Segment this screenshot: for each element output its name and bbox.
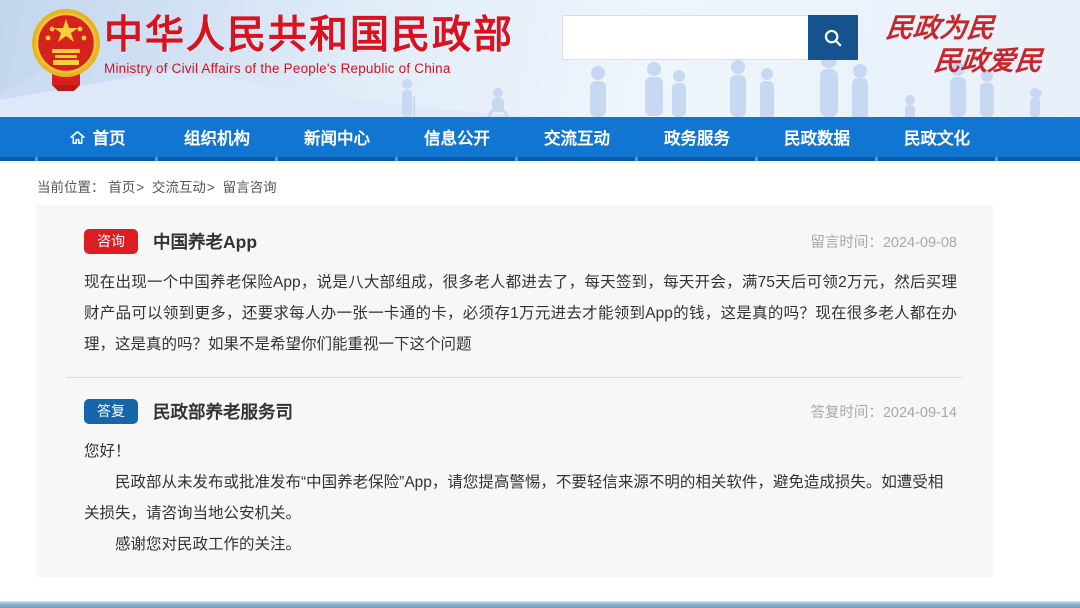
site-title: 中华人民共和国民政部 <box>104 14 514 58</box>
divider <box>66 377 963 378</box>
header-slogan: 民政为民 民政爱民 <box>886 14 1042 77</box>
slogan-line-2: 民政爱民 <box>884 47 1043 77</box>
reply-time-label: 答复时间： <box>810 405 883 421</box>
nav-items: 首页 组织机构 新闻中心 信息公开 交流互动 政务服务 民政数据 民政文化 <box>0 117 1080 157</box>
question-time-value: 2024-09-08 <box>883 235 957 251</box>
breadcrumb: 当前位置： 首页> 交流互动> 留言咨询 <box>37 176 1080 196</box>
nav-item-label: 首页 <box>93 125 126 149</box>
nav-item-services[interactable]: 政务服务 <box>637 117 757 157</box>
nav-item-label: 交流互动 <box>544 125 610 149</box>
reply-greeting: 您好！ <box>84 436 957 467</box>
main-nav: 首页 组织机构 新闻中心 信息公开 交流互动 政务服务 民政数据 民政文化 <box>0 117 1080 161</box>
search-box <box>562 15 858 60</box>
nav-item-news[interactable]: 新闻中心 <box>277 117 397 157</box>
nav-item-label: 民政数据 <box>784 125 850 149</box>
reply-text: 民政部从未发布或批准发布“中国养老保险”App，请您提高警惕，不要轻信来源不明的… <box>84 467 957 529</box>
nav-item-organization[interactable]: 组织机构 <box>157 117 277 157</box>
site-brand: 中华人民共和国民政部 Ministry of Civil Affairs of … <box>104 14 514 76</box>
nav-item-label: 民政文化 <box>904 125 970 149</box>
breadcrumb-interaction[interactable]: 交流互动 <box>152 180 206 195</box>
nav-item-culture[interactable]: 民政文化 <box>877 117 997 157</box>
breadcrumb-message-consult[interactable]: 留言咨询 <box>223 180 277 195</box>
question-badge: 咨询 <box>84 229 138 254</box>
reply-title: 民政部养老服务司 <box>153 399 293 424</box>
breadcrumb-home[interactable]: 首页 <box>108 180 135 195</box>
question-time-label: 留言时间： <box>810 235 883 251</box>
search-button[interactable] <box>808 15 858 60</box>
nav-item-home[interactable]: 首页 <box>37 117 157 157</box>
national-emblem-icon <box>28 7 104 93</box>
nav-item-data[interactable]: 民政数据 <box>757 117 877 157</box>
question-title: 中国养老App <box>153 229 257 254</box>
breadcrumb-separator: > <box>207 180 215 195</box>
nav-item-interaction[interactable]: 交流互动 <box>517 117 637 157</box>
footer-divider <box>0 601 1080 608</box>
question-time: 留言时间：2024-09-08 <box>810 231 957 252</box>
question-body: 现在出现一个中国养老保险App，说是八大部组成，很多老人都进去了，每天签到，每天… <box>84 267 957 360</box>
site-header: 中华人民共和国民政部 Ministry of Civil Affairs of … <box>0 0 1080 117</box>
site-subtitle: Ministry of Civil Affairs of the People'… <box>104 61 514 76</box>
nav-item-label: 信息公开 <box>424 125 490 149</box>
home-icon <box>69 129 86 146</box>
search-input[interactable] <box>562 15 808 60</box>
reply-badge: 答复 <box>84 399 138 424</box>
message-card: 咨询 中国养老App 留言时间：2024-09-08 现在出现一个中国养老保险A… <box>36 205 993 577</box>
reply-time-value: 2024-09-14 <box>883 405 957 421</box>
slogan-line-1: 民政为民 <box>884 14 1043 44</box>
reply-time: 答复时间：2024-09-14 <box>810 401 957 422</box>
reply-header: 答复 民政部养老服务司 答复时间：2024-09-14 <box>84 398 957 424</box>
nav-item-label: 新闻中心 <box>304 125 370 149</box>
nav-item-label: 政务服务 <box>664 125 730 149</box>
nav-item-label: 组织机构 <box>184 125 250 149</box>
page: 中华人民共和国民政部 Ministry of Civil Affairs of … <box>0 0 1080 608</box>
breadcrumb-separator: > <box>136 180 144 195</box>
reply-body: 您好！ 民政部从未发布或批准发布“中国养老保险”App，请您提高警惕，不要轻信来… <box>84 436 957 560</box>
question-header: 咨询 中国养老App 留言时间：2024-09-08 <box>84 228 957 254</box>
reply-closing: 感谢您对民政工作的关注。 <box>84 529 957 560</box>
nav-item-info-disclosure[interactable]: 信息公开 <box>397 117 517 157</box>
nav-underline <box>0 157 1080 161</box>
magnifier-icon <box>822 27 844 49</box>
breadcrumb-label: 当前位置： <box>37 180 105 195</box>
